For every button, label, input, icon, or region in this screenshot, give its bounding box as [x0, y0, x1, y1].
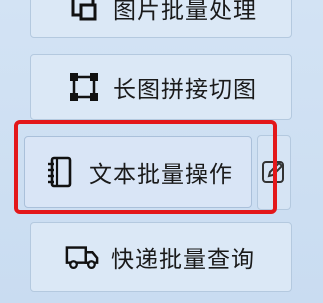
truck-icon [65, 242, 99, 272]
image-batch-process-label: 图片批量处理 [113, 0, 257, 24]
selection-frame-icon [67, 72, 101, 102]
selection-highlight [14, 120, 277, 214]
express-batch-query-label: 快递批量查询 [111, 247, 255, 273]
image-batch-process-button[interactable]: 图片批量处理 [30, 0, 292, 38]
image-crop-icon [67, 0, 101, 23]
long-image-stitch-label: 长图拼接切图 [113, 77, 257, 103]
express-batch-query-button[interactable]: 快递批量查询 [30, 222, 292, 292]
tool-panel: 图片批量处理 长图拼接切图 文本批量操作 快递批量查询 [0, 0, 323, 303]
long-image-stitch-button[interactable]: 长图拼接切图 [30, 54, 292, 120]
